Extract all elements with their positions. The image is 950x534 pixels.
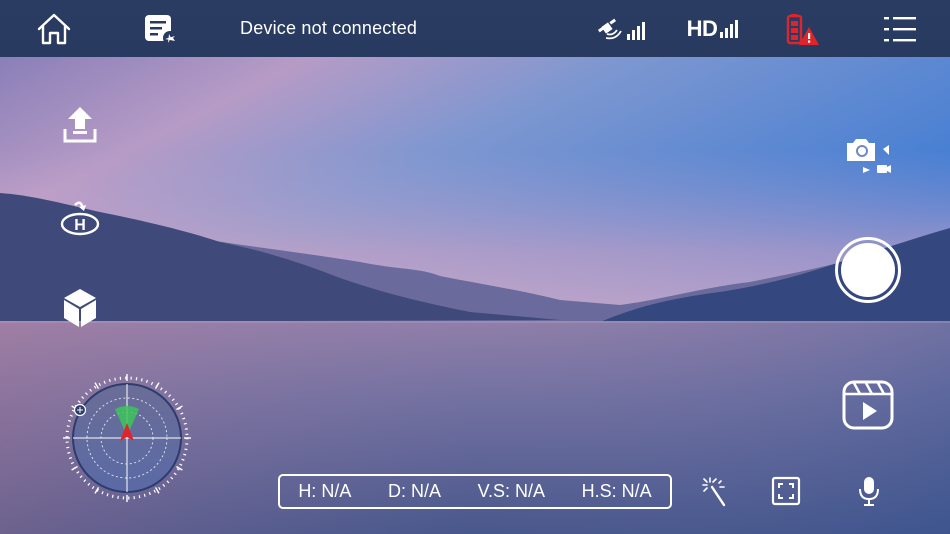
- telemetry-panel: H: N/A D: N/A V.S: N/A H.S: N/A: [278, 474, 672, 509]
- home-button[interactable]: [32, 0, 76, 57]
- media-library-button[interactable]: [842, 380, 894, 430]
- shutter-inner: [841, 243, 895, 297]
- fullscreen-button[interactable]: [768, 473, 804, 509]
- return-home-icon: H: [60, 201, 100, 236]
- connection-status: Device not connected: [240, 18, 418, 38]
- height-readout: H: N/A: [298, 481, 352, 501]
- 3d-mode-button[interactable]: [58, 286, 102, 330]
- takeoff-icon: [63, 107, 97, 143]
- hd-signal-icon: [720, 19, 739, 38]
- svg-text:H: H: [74, 217, 86, 234]
- radar-compass: [63, 374, 191, 502]
- horizontal-speed-readout: H.S: N/A: [581, 481, 652, 501]
- camera-mode-switch[interactable]: [842, 135, 896, 179]
- camera-video-switch-icon: [847, 139, 891, 173]
- hd-signal-indicator[interactable]: HD: [686, 0, 742, 57]
- microphone-icon: [859, 477, 879, 506]
- battery-warning-icon: [786, 13, 819, 45]
- vertical-speed-readout: V.S: N/A: [477, 481, 545, 501]
- flight-log-icon: [145, 14, 177, 45]
- flight-log-button[interactable]: [138, 0, 182, 57]
- fullscreen-icon: [771, 476, 801, 506]
- home-icon: [37, 13, 71, 44]
- top-bar: Device not connected HD: [0, 0, 950, 57]
- battery-indicator[interactable]: [782, 0, 822, 57]
- cube-icon: [64, 289, 96, 327]
- gps-signal-indicator[interactable]: [596, 0, 648, 57]
- magic-wand-icon: [702, 477, 726, 507]
- hd-label: HD: [686, 15, 718, 41]
- menu-list-icon: [884, 16, 916, 41]
- microphone-button[interactable]: [851, 473, 887, 509]
- satellite-signal-icon: [597, 18, 645, 40]
- shutter-button[interactable]: [835, 237, 901, 303]
- menu-button[interactable]: [880, 0, 920, 57]
- media-playback-icon: [842, 380, 894, 430]
- distance-readout: D: N/A: [387, 481, 441, 501]
- magic-wand-button[interactable]: [697, 473, 733, 509]
- return-home-button[interactable]: H: [58, 195, 102, 239]
- takeoff-button[interactable]: [58, 103, 102, 147]
